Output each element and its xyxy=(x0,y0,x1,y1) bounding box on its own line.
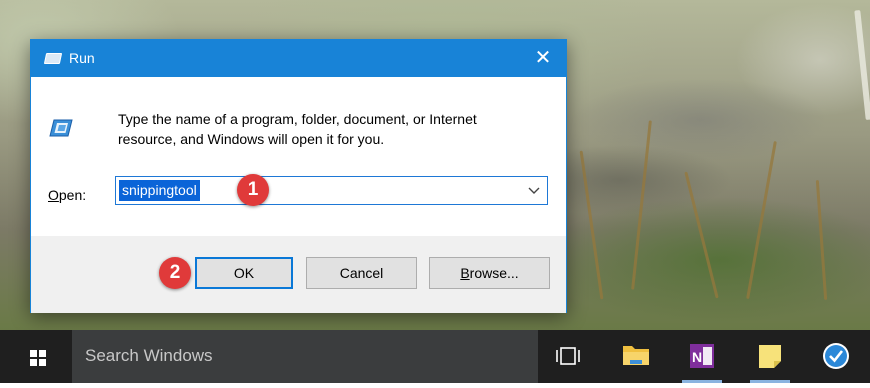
grass-blade xyxy=(815,180,828,300)
run-program-icon xyxy=(49,119,73,137)
title-bar[interactable]: Run ✕ xyxy=(31,40,566,77)
wunderlist-button[interactable] xyxy=(808,330,864,383)
browse-button-label: rowse... xyxy=(469,265,519,281)
open-label-text: pen: xyxy=(58,187,87,203)
browse-button[interactable]: Browse... xyxy=(429,257,550,289)
file-explorer-button[interactable] xyxy=(608,330,664,383)
prompt-line: resource, and Windows will open it for y… xyxy=(118,131,385,147)
prompt-line: Type the name of a program, folder, docu… xyxy=(118,111,477,127)
sticky-notes-button[interactable] xyxy=(742,330,798,383)
file-explorer-icon xyxy=(623,346,649,365)
grass-blade xyxy=(854,9,870,121)
grass-blade xyxy=(684,171,719,299)
open-input[interactable]: snippingtool xyxy=(119,180,200,201)
prompt-text: Type the name of a program, folder, docu… xyxy=(118,109,548,149)
cancel-button-label: Cancel xyxy=(339,265,384,281)
onenote-icon: N xyxy=(690,344,714,368)
run-dialog: Run ✕ Type the name of a program, folder… xyxy=(30,39,567,313)
ok-button-label: OK xyxy=(233,265,255,281)
svg-text:N: N xyxy=(692,349,702,365)
grass-blade xyxy=(579,150,604,300)
search-box[interactable]: Search Windows xyxy=(72,330,538,383)
dialog-title: Run xyxy=(69,50,95,66)
open-combobox[interactable]: snippingtool xyxy=(115,176,548,205)
windows-logo-icon xyxy=(30,350,46,366)
open-label: Open: xyxy=(48,187,86,203)
run-icon xyxy=(43,53,63,64)
start-button[interactable] xyxy=(0,330,72,383)
close-icon: ✕ xyxy=(534,47,552,69)
browse-accelerator: B xyxy=(460,265,470,281)
task-view-button[interactable] xyxy=(540,330,596,383)
wunderlist-icon xyxy=(823,343,849,369)
grass-blade xyxy=(746,140,777,300)
close-button[interactable]: ✕ xyxy=(520,40,566,77)
task-view-icon xyxy=(556,347,580,365)
taskbar: Search Windows N xyxy=(0,330,870,383)
grass-blade xyxy=(631,120,652,290)
open-label-accelerator: O xyxy=(48,187,59,203)
sticky-notes-icon xyxy=(759,345,781,368)
step-badge-1: 1 xyxy=(237,174,269,206)
chevron-down-icon[interactable] xyxy=(527,181,541,199)
cancel-button[interactable]: Cancel xyxy=(306,257,417,289)
step-badge-2: 2 xyxy=(159,257,191,289)
ok-button[interactable]: OK xyxy=(195,257,293,289)
onenote-button[interactable]: N xyxy=(674,330,730,383)
search-placeholder: Search Windows xyxy=(85,346,213,365)
